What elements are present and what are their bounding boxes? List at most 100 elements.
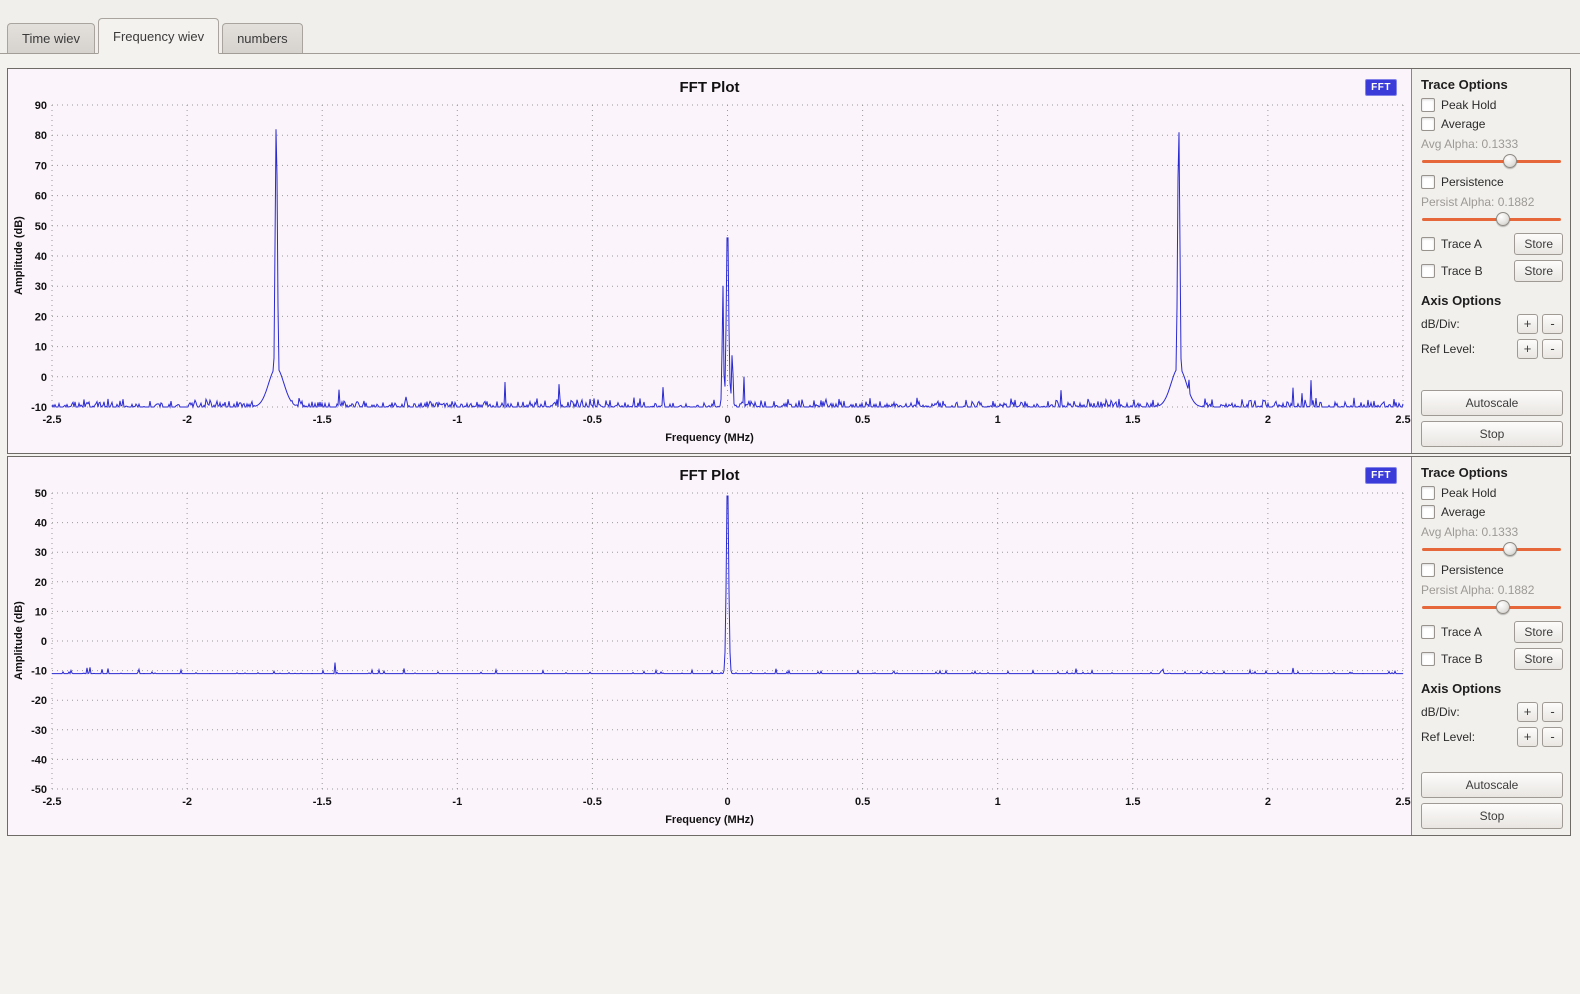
store-trace-a-button[interactable]: Store [1514, 621, 1563, 643]
svg-text:-40: -40 [31, 754, 47, 766]
svg-text:70: 70 [35, 160, 47, 172]
avg-alpha-slider[interactable] [1422, 153, 1561, 169]
trace-a-option[interactable]: Trace A [1421, 237, 1510, 251]
persist-alpha-label: Persist Alpha: 0.1882 [1421, 583, 1563, 597]
svg-text:-1.5: -1.5 [313, 414, 332, 426]
persistence-option[interactable]: Persistence [1421, 175, 1563, 189]
persistence-checkbox[interactable] [1421, 175, 1435, 189]
svg-text:-2.5: -2.5 [43, 796, 62, 808]
trace-b-row: Trace B Store [1421, 648, 1563, 670]
trace-a-label: Trace A [1441, 625, 1482, 639]
svg-text:80: 80 [35, 130, 47, 142]
trace-a-row: Trace A Store [1421, 621, 1563, 643]
db-per-div-row: dB/Div: + - [1421, 702, 1563, 722]
svg-text:-10: -10 [31, 666, 47, 678]
trace-controls-2: Trace Options Peak Hold Average Avg Alph… [1412, 457, 1570, 835]
svg-text:20: 20 [35, 311, 47, 323]
svg-text:0.5: 0.5 [855, 796, 870, 808]
svg-text:-1: -1 [452, 414, 462, 426]
svg-text:50: 50 [35, 488, 47, 500]
peak-hold-option[interactable]: Peak Hold [1421, 98, 1563, 112]
svg-text:0.5: 0.5 [855, 414, 870, 426]
trace-a-checkbox[interactable] [1421, 625, 1435, 639]
trace-b-checkbox[interactable] [1421, 264, 1435, 278]
db-per-div-decrease-button[interactable]: - [1542, 314, 1563, 334]
average-checkbox[interactable] [1421, 505, 1435, 519]
ref-level-decrease-button[interactable]: - [1542, 339, 1563, 359]
trace-options-heading: Trace Options [1421, 465, 1563, 480]
db-per-div-increase-button[interactable]: + [1517, 702, 1538, 722]
persistence-label: Persistence [1441, 175, 1504, 189]
persistence-checkbox[interactable] [1421, 563, 1435, 577]
svg-text:0: 0 [41, 636, 47, 648]
autoscale-button[interactable]: Autoscale [1421, 390, 1563, 416]
ref-level-decrease-button[interactable]: - [1542, 727, 1563, 747]
db-per-div-row: dB/Div: + - [1421, 314, 1563, 334]
slider-thumb[interactable] [1496, 212, 1510, 226]
fft-plot-canvas-1[interactable]: -2.5-2-1.5-1-0.500.511.522.5-10010203040… [8, 69, 1411, 453]
trace-a-option[interactable]: Trace A [1421, 625, 1510, 639]
peak-hold-label: Peak Hold [1441, 486, 1496, 500]
avg-alpha-slider[interactable] [1422, 541, 1561, 557]
svg-text:30: 30 [35, 281, 47, 293]
trace-a-label: Trace A [1441, 237, 1482, 251]
store-trace-b-button[interactable]: Store [1514, 260, 1563, 282]
fft-application-window: Time wiev Frequency wiev numbers FFT Plo… [0, 0, 1580, 994]
stop-button[interactable]: Stop [1421, 421, 1563, 447]
svg-text:-30: -30 [31, 725, 47, 737]
svg-text:1: 1 [995, 796, 1001, 808]
stop-button[interactable]: Stop [1421, 803, 1563, 829]
ref-level-row: Ref Level: + - [1421, 727, 1563, 747]
fft-plot-canvas-2[interactable]: -2.5-2-1.5-1-0.500.511.522.5-50-40-30-20… [8, 457, 1411, 835]
persist-alpha-label: Persist Alpha: 0.1882 [1421, 195, 1563, 209]
db-per-div-increase-button[interactable]: + [1517, 314, 1538, 334]
ref-level-label: Ref Level: [1421, 342, 1513, 356]
slider-thumb[interactable] [1503, 154, 1517, 168]
svg-text:-2: -2 [182, 414, 192, 426]
trace-b-option[interactable]: Trace B [1421, 264, 1510, 278]
slider-track [1422, 548, 1561, 551]
notebook-page-frequency-view: FFT Plot FFT Amplitude (dB) Frequency (M… [0, 54, 1580, 994]
ref-level-label: Ref Level: [1421, 730, 1513, 744]
trace-b-row: Trace B Store [1421, 260, 1563, 282]
svg-text:1.5: 1.5 [1125, 414, 1140, 426]
db-per-div-label: dB/Div: [1421, 317, 1513, 331]
db-per-div-label: dB/Div: [1421, 705, 1513, 719]
slider-thumb[interactable] [1503, 542, 1517, 556]
autoscale-button[interactable]: Autoscale [1421, 772, 1563, 798]
slider-thumb[interactable] [1496, 600, 1510, 614]
peak-hold-checkbox[interactable] [1421, 486, 1435, 500]
persist-alpha-slider[interactable] [1422, 211, 1561, 227]
db-per-div-decrease-button[interactable]: - [1542, 702, 1563, 722]
svg-text:1: 1 [995, 414, 1001, 426]
store-trace-b-button[interactable]: Store [1514, 648, 1563, 670]
ref-level-increase-button[interactable]: + [1517, 727, 1538, 747]
tab-numbers[interactable]: numbers [222, 23, 303, 53]
trace-b-checkbox[interactable] [1421, 652, 1435, 666]
average-option[interactable]: Average [1421, 117, 1563, 131]
trace-a-checkbox[interactable] [1421, 237, 1435, 251]
svg-text:10: 10 [35, 606, 47, 618]
svg-text:0: 0 [724, 414, 730, 426]
slider-track [1422, 606, 1561, 609]
tab-frequency-view[interactable]: Frequency wiev [98, 18, 219, 54]
svg-text:2.5: 2.5 [1395, 796, 1410, 808]
persistence-option[interactable]: Persistence [1421, 563, 1563, 577]
trace-controls-1: Trace Options Peak Hold Average Avg Alph… [1412, 69, 1570, 453]
persist-alpha-slider[interactable] [1422, 599, 1561, 615]
svg-text:90: 90 [35, 100, 47, 112]
peak-hold-option[interactable]: Peak Hold [1421, 486, 1563, 500]
average-checkbox[interactable] [1421, 117, 1435, 131]
ref-level-increase-button[interactable]: + [1517, 339, 1538, 359]
trace-b-option[interactable]: Trace B [1421, 652, 1510, 666]
store-trace-a-button[interactable]: Store [1514, 233, 1563, 255]
tab-time-view[interactable]: Time wiev [7, 23, 95, 53]
peak-hold-checkbox[interactable] [1421, 98, 1435, 112]
axis-options-heading: Axis Options [1421, 293, 1563, 308]
average-label: Average [1441, 505, 1485, 519]
svg-text:-2: -2 [182, 796, 192, 808]
svg-text:-1: -1 [452, 796, 462, 808]
average-option[interactable]: Average [1421, 505, 1563, 519]
axis-options-heading: Axis Options [1421, 681, 1563, 696]
svg-text:20: 20 [35, 577, 47, 589]
